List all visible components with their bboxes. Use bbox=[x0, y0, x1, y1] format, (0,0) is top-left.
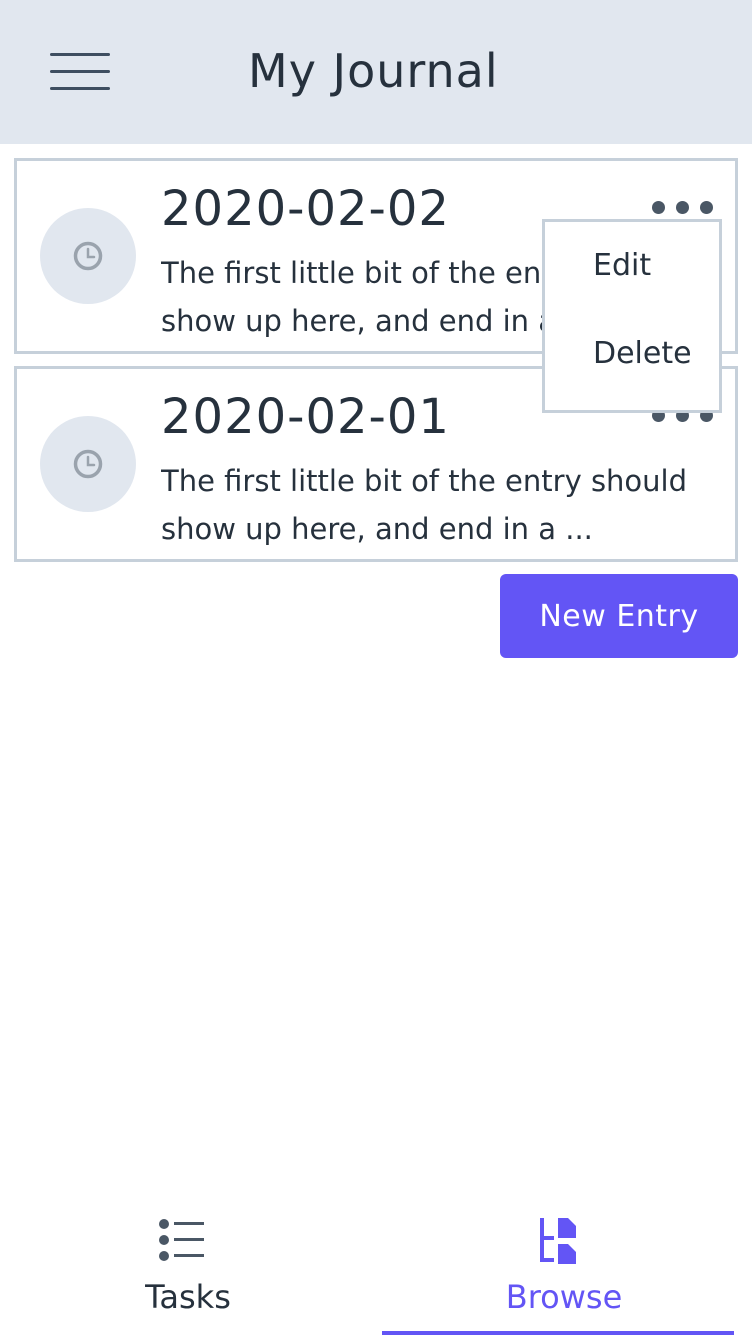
menu-item-delete[interactable]: Delete bbox=[593, 336, 692, 371]
entry-options-menu: Edit Delete bbox=[542, 219, 722, 413]
clock-icon bbox=[73, 449, 103, 479]
clock-icon bbox=[73, 241, 103, 271]
entry-date: 2020-02-01 bbox=[161, 389, 450, 445]
journal-app: My Journal 2020-02-02 The first little b… bbox=[0, 0, 752, 1336]
tab-browse[interactable]: Browse bbox=[376, 1208, 752, 1336]
more-options-icon[interactable] bbox=[651, 197, 721, 217]
list-icon bbox=[159, 1219, 204, 1261]
entry-avatar bbox=[40, 208, 136, 304]
entry-preview-line: The first little bit of the entry should bbox=[161, 464, 688, 498]
entry-avatar bbox=[40, 416, 136, 512]
page-title: My Journal bbox=[248, 44, 499, 98]
entry-preview: The first little bit of the entry should… bbox=[161, 457, 727, 561]
new-entry-button[interactable]: New Entry bbox=[500, 574, 738, 658]
active-tab-indicator bbox=[382, 1331, 734, 1335]
hamburger-menu-icon[interactable] bbox=[44, 46, 116, 98]
tab-label: Tasks bbox=[145, 1278, 231, 1316]
tab-tasks[interactable]: Tasks bbox=[0, 1208, 376, 1336]
tab-label: Browse bbox=[505, 1278, 623, 1316]
entry-date: 2020-02-02 bbox=[161, 181, 450, 237]
menu-item-edit[interactable]: Edit bbox=[593, 248, 651, 283]
app-header: My Journal bbox=[0, 0, 752, 144]
tree-browse-icon bbox=[540, 1218, 576, 1264]
entry-preview-line: show up here, and end in a ... bbox=[161, 512, 593, 546]
